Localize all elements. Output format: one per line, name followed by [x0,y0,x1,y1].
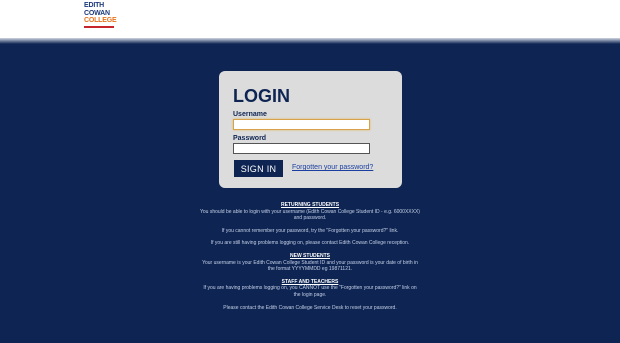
returning-heading: RETURNING STUDENTS [280,202,340,208]
logo-underline [84,25,114,28]
header-shadow [0,38,620,44]
logo-line-2: COWAN [84,9,110,17]
college-logo[interactable]: EDITH COWAN COLLEGE [84,2,117,28]
logo-line-3: COLLEGE [84,17,117,25]
staff-paragraph-1: If you are having problems logging on, y… [203,285,417,298]
new-paragraph-1: Your username is your Edith Cowan Colleg… [202,259,418,273]
username-field[interactable] [233,119,370,136]
staff-paragraph-2: Please contact the Edith Cowan College S… [223,304,397,311]
login-title: LOGIN [233,86,290,106]
password-field[interactable] [233,143,370,160]
returning-paragraph-2: If you cannot remember your password, tr… [221,227,399,234]
sign-in-button[interactable]: SIGN IN [234,160,283,177]
help-text: RETURNING STUDENTS You should be able to… [200,202,420,311]
staff-heading: STAFF AND TEACHERS [281,278,339,285]
password-input[interactable] [234,151,369,160]
logo-line-1: EDITH [84,2,105,9]
header-bar: EDITH COWAN COLLEGE [0,0,620,40]
returning-paragraph-1: You should be able to login with your us… [200,208,420,222]
password-label: Password [233,135,267,142]
new-heading: NEW STUDENTS [290,252,330,259]
returning-paragraph-3: If you are still having problems logging… [210,240,410,247]
login-panel: LOGIN Username Password SIGN IN Forgotte… [219,71,402,188]
username-label: Username [233,111,267,118]
forgot-password-link[interactable]: Forgotten your password? [292,164,373,171]
